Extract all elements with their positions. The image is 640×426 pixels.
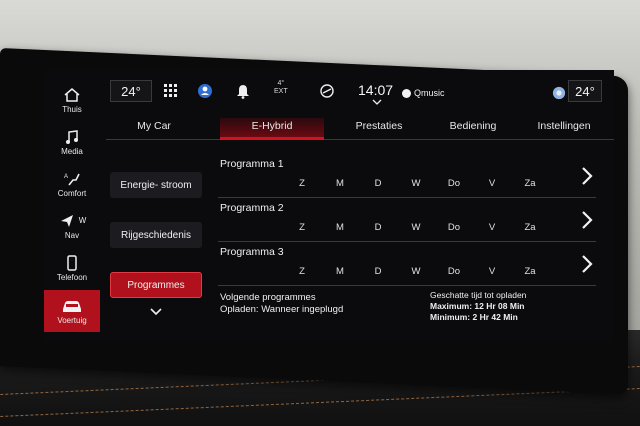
program-row-1[interactable]: Programma 1 Z M D W Do V Za	[218, 154, 596, 198]
now-playing[interactable]: Qmusic	[402, 88, 445, 98]
tab-e-hybrid[interactable]: E-Hybrid	[220, 118, 324, 140]
tab-prestaties[interactable]: Prestaties	[346, 118, 412, 140]
day-label: V	[488, 266, 496, 277]
day-label: V	[488, 222, 496, 233]
infotainment-screen: Thuis Media A Comfort W Nav Telefoon Voe…	[44, 70, 614, 342]
chevron-right-icon[interactable]	[580, 254, 594, 274]
day-label: Do	[447, 178, 461, 189]
seat-comfort-icon: A	[64, 173, 80, 185]
menu-programmes[interactable]: Programmes	[110, 272, 202, 298]
chevron-down-icon[interactable]	[368, 98, 386, 106]
program-row-3[interactable]: Programma 3 Z M D W Do V Za	[218, 242, 596, 286]
chevron-right-icon[interactable]	[580, 210, 594, 230]
charge-time-estimate: Geschatte tijd tot opladen Maximum: 12 H…	[430, 290, 526, 323]
day-label: Do	[447, 222, 461, 233]
apps-grid-icon[interactable]	[162, 82, 180, 100]
day-label: Z	[299, 266, 305, 277]
sidebar-item-thuis[interactable]: Thuis	[44, 80, 100, 120]
next-program-title: Volgende programmes	[220, 292, 316, 303]
day-label: W	[411, 222, 421, 233]
tab-instellingen[interactable]: Instellingen	[524, 118, 604, 140]
day-label: Za	[524, 178, 536, 189]
program-row-2[interactable]: Programma 2 Z M D W Do V Za	[218, 198, 596, 242]
sidebar: Thuis Media A Comfort W Nav Telefoon Voe…	[44, 80, 100, 342]
day-label: W	[411, 266, 421, 277]
sidebar-item-label: Media	[61, 146, 83, 156]
music-note-icon	[66, 129, 78, 144]
ext-temp-value: 4°	[277, 80, 285, 87]
climate-temp-left[interactable]: 24°	[110, 80, 152, 102]
day-label: M	[336, 178, 344, 189]
navigation-arrow-icon	[60, 214, 73, 227]
media-source-icon	[402, 88, 411, 98]
bell-icon[interactable]	[234, 82, 252, 100]
compass-heading: W	[78, 216, 87, 225]
sidebar-item-media[interactable]: Media	[44, 122, 100, 162]
svg-text:A: A	[64, 174, 68, 180]
next-program-value: Opladen: Wanneer ingeplugd	[220, 304, 344, 315]
sidebar-item-label: Voertuig	[57, 315, 87, 325]
min-value: 2 Hr 42 Min	[472, 312, 518, 322]
tab-bediening[interactable]: Bediening	[440, 118, 506, 140]
sidebar-item-label: Comfort	[57, 188, 87, 198]
user-profile-icon[interactable]	[196, 82, 214, 100]
status-bar: 24° 4° EXT 14:07 Qmusic 24°	[106, 74, 614, 110]
connectivity-icon	[318, 82, 336, 100]
menu-rijgeschiedenis[interactable]: Rijgeschiedenis	[110, 222, 202, 248]
clock-time: 14:07	[358, 82, 394, 98]
sidebar-item-nav[interactable]: W Nav	[44, 206, 100, 246]
climate-temp-right[interactable]: 24°	[568, 80, 602, 102]
exterior-temperature: 4° EXT	[274, 80, 288, 96]
min-label: Minimum:	[430, 312, 471, 322]
sidebar-item-telefoon[interactable]: Telefoon	[44, 248, 100, 288]
next-program-info: Volgende programmes Opladen: Wanneer ing…	[220, 292, 343, 316]
chevron-right-icon[interactable]	[580, 166, 594, 186]
sidebar-item-label: Telefoon	[56, 272, 88, 282]
max-label: Maximum:	[430, 301, 473, 311]
ext-temp-label: EXT	[274, 88, 288, 95]
tab-my-car[interactable]: My Car	[124, 118, 184, 140]
day-label: V	[488, 178, 496, 189]
day-label: Z	[299, 178, 305, 189]
sidebar-item-comfort[interactable]: A Comfort	[44, 164, 100, 204]
program-title: Programma 2	[220, 202, 284, 214]
car-icon	[63, 300, 81, 312]
chevron-down-icon[interactable]	[148, 306, 164, 318]
menu-energiestroom[interactable]: Energie- stroom	[110, 172, 202, 198]
home-icon	[64, 87, 80, 102]
sidebar-item-label: Thuis	[62, 104, 82, 114]
day-label: D	[374, 178, 382, 189]
estimate-title: Geschatte tijd tot opladen	[430, 290, 527, 300]
phone-icon	[67, 254, 77, 271]
day-label: M	[336, 266, 344, 277]
day-label: W	[411, 178, 421, 189]
day-label: Za	[524, 222, 536, 233]
seat-heating-icon[interactable]	[550, 84, 568, 102]
day-label: Za	[524, 266, 536, 277]
day-label: M	[336, 222, 344, 233]
sidebar-item-voertuig[interactable]: Voertuig	[44, 290, 100, 332]
tab-bar: My Car E-Hybrid Prestaties Bediening Ins…	[106, 114, 614, 140]
day-label: Do	[447, 266, 461, 277]
day-label: D	[374, 222, 382, 233]
program-title: Programma 1	[220, 158, 284, 170]
program-title: Programma 3	[220, 246, 284, 258]
day-label: D	[374, 266, 382, 277]
day-label: Z	[299, 222, 305, 233]
max-value: 12 Hr 08 Min	[474, 301, 525, 311]
sidebar-item-label: Nav	[64, 230, 80, 240]
media-source-label: Qmusic	[414, 88, 445, 98]
